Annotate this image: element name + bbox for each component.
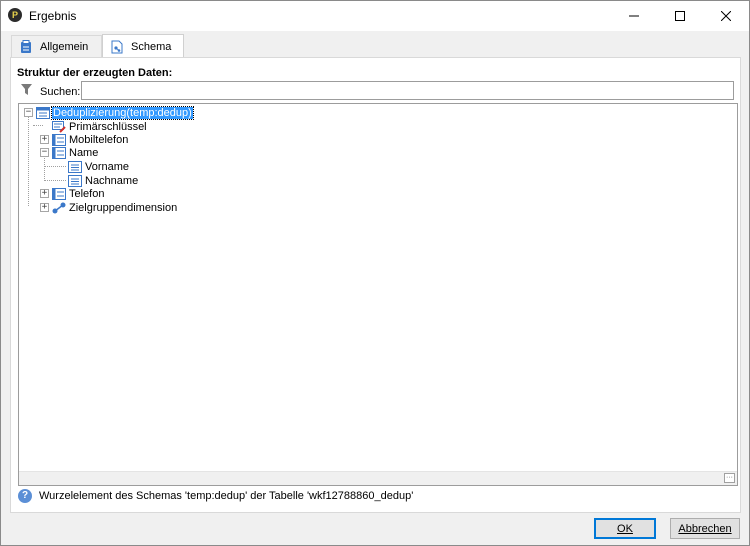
minimize-button[interactable] — [611, 1, 657, 31]
tree-connector — [28, 117, 29, 206]
search-label: Suchen: — [40, 86, 81, 98]
cancel-button-label: Abbrechen — [678, 522, 732, 535]
tree-node-label: Deduplizierung(temp:dedup) — [51, 106, 194, 120]
tab-schema[interactable]: Schema — [102, 34, 184, 58]
maximize-button[interactable] — [657, 1, 703, 31]
clipboard-icon — [20, 40, 32, 54]
expand-toggle[interactable]: + — [40, 203, 49, 212]
ok-button-label: OK — [617, 522, 633, 535]
tree-node-root[interactable]: Deduplizierung(temp:dedup) — [36, 106, 194, 120]
title-bar[interactable]: P Ergebnis — [1, 1, 749, 31]
tab-allgemein-label: Allgemein — [40, 41, 89, 53]
tree-node-label: Vorname — [85, 161, 130, 173]
schema-tree[interactable]: − Deduplizierung(temp:dedup) Primärschlü… — [18, 103, 738, 486]
tree-node-nachname[interactable]: Nachname — [68, 174, 139, 188]
minimize-icon — [629, 15, 639, 17]
table-element-icon — [36, 107, 50, 119]
collapse-toggle[interactable]: − — [40, 148, 49, 157]
field-icon — [68, 175, 82, 187]
tree-node-label: Mobiltelefon — [69, 134, 129, 146]
tree-node-label: Name — [69, 147, 99, 159]
tree-node-label: Telefon — [69, 188, 105, 200]
primary-key-icon — [52, 121, 66, 133]
tree-node-primary-key[interactable]: Primärschlüssel — [52, 120, 148, 134]
schema-icon — [111, 40, 123, 54]
help-icon: ? — [18, 489, 32, 503]
filter-icon — [21, 84, 32, 99]
tab-allgemein[interactable]: Allgemein — [11, 35, 102, 58]
tree-node-telefon[interactable]: Telefon — [52, 187, 105, 201]
tree-connector — [33, 125, 43, 126]
close-icon — [721, 11, 731, 21]
search-input[interactable] — [81, 81, 734, 100]
tree-node-zielgruppendimension[interactable]: Zielgruppendimension — [52, 201, 178, 215]
element-icon — [52, 134, 66, 146]
expand-toggle[interactable]: + — [40, 135, 49, 144]
section-title: Struktur der erzeugten Daten: — [17, 67, 173, 79]
status-bar: ? Wurzelelement des Schemas 'temp:dedup'… — [18, 489, 413, 503]
tree-connector — [44, 166, 66, 167]
status-text: Wurzelelement des Schemas 'temp:dedup' d… — [39, 490, 414, 502]
window-title: Ergebnis — [29, 9, 77, 23]
tree-node-label: Zielgruppendimension — [69, 202, 178, 214]
tree-node-mobiltelefon[interactable]: Mobiltelefon — [52, 133, 129, 147]
collapse-toggle[interactable]: − — [24, 108, 33, 117]
more-options-button[interactable]: ··· — [724, 473, 735, 483]
element-icon — [52, 147, 66, 159]
field-icon — [68, 161, 82, 173]
app-logo-icon: P — [8, 8, 22, 22]
tree-node-label: Nachname — [85, 175, 139, 187]
cancel-button[interactable]: Abbrechen — [670, 518, 740, 539]
tree-node-label: Primärschlüssel — [69, 121, 147, 133]
tree-node-name[interactable]: Name — [52, 146, 99, 160]
maximize-icon — [675, 11, 685, 21]
tab-schema-label: Schema — [131, 40, 172, 53]
expand-toggle[interactable]: + — [40, 189, 49, 198]
close-button[interactable] — [703, 1, 749, 31]
schema-panel: Struktur der erzeugten Daten: Suchen: − … — [10, 57, 741, 513]
result-dialog: P Ergebnis Allgemein Schema Struktur der… — [0, 0, 750, 546]
ok-button[interactable]: OK — [594, 518, 656, 539]
tree-footer: ··· — [19, 471, 737, 485]
link-icon — [52, 202, 66, 214]
element-icon — [52, 188, 66, 200]
tree-node-vorname[interactable]: Vorname — [68, 160, 130, 174]
tree-connector — [44, 180, 66, 181]
